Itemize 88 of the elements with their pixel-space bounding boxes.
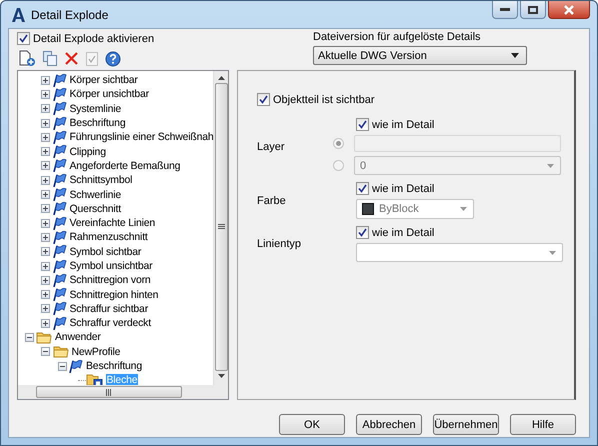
flag-icon: [52, 102, 66, 116]
color-dropdown[interactable]: ByBlock: [356, 199, 474, 219]
minimize-button[interactable]: [492, 1, 518, 19]
tree-item[interactable]: Körper unsichtbar: [68, 88, 150, 100]
dialog-button[interactable]: Abbrechen: [356, 414, 422, 435]
flag-icon: [52, 74, 66, 87]
flag-icon: [52, 230, 66, 244]
grip-icon: [218, 224, 224, 230]
minimize-icon: [500, 8, 510, 12]
dialog-button[interactable]: Hilfe: [510, 414, 576, 435]
maximize-button[interactable]: [520, 1, 546, 19]
dropdown-arrow-icon: [547, 164, 554, 168]
checkmark-icon: [19, 34, 28, 43]
tree-item[interactable]: Schnittsymbol: [68, 174, 134, 186]
flag-icon: [52, 302, 66, 316]
checkmark-icon: [358, 228, 367, 237]
dropdown-arrow-icon: [460, 207, 467, 211]
same-as-detail-checkbox[interactable]: wie im Detail: [356, 226, 434, 239]
same-as-detail-checkbox[interactable]: wie im Detail: [356, 182, 434, 195]
tree-item[interactable]: Symbol unsichtbar: [68, 260, 154, 272]
dropdown-arrow-icon: [511, 53, 519, 58]
grip-icon: [106, 388, 112, 396]
flag-icon: [52, 130, 66, 144]
tree-item[interactable]: NewProfile: [70, 346, 122, 358]
dialog-button[interactable]: OK: [279, 414, 345, 435]
new-document-icon[interactable]: [18, 50, 36, 67]
flag-icon: [52, 288, 66, 302]
flag-icon: [52, 116, 66, 130]
tree-item[interactable]: Führungslinie einer Schweißnah: [68, 131, 213, 144]
tree-item[interactable]: Schwerlinie: [68, 188, 122, 201]
tree-item[interactable]: Clipping: [68, 146, 107, 158]
linetype-label: Linientyp: [257, 238, 302, 250]
close-icon: [563, 4, 575, 14]
flag-icon: [52, 316, 66, 330]
tree-item[interactable]: Vereinfachte Linien: [68, 217, 156, 230]
flag-icon: [52, 202, 66, 216]
layer-label: Layer: [257, 140, 286, 152]
tree-item[interactable]: Systemlinie: [68, 102, 122, 115]
horizontal-scrollbar[interactable]: [18, 385, 228, 399]
folder-icon: [36, 330, 52, 344]
help-icon[interactable]: [105, 50, 121, 66]
color-label: Farbe: [257, 194, 287, 206]
dialog-button[interactable]: Übernehmen: [433, 414, 499, 435]
scroll-down-arrow-icon: [218, 374, 224, 378]
tree-item[interactable]: Schraffur verdeckt: [68, 317, 152, 330]
dropdown-arrow-icon: [549, 250, 556, 254]
tree-item[interactable]: Körper sichtbar: [68, 74, 139, 86]
flag-icon: [52, 159, 66, 172]
flag-icon: [52, 274, 66, 287]
tree-item[interactable]: Beschriftung: [68, 117, 126, 130]
flag-icon: [52, 188, 66, 202]
radio-button[interactable]: [333, 160, 344, 171]
tree-item[interactable]: Schnittregion vorn: [68, 274, 152, 286]
tree-item[interactable]: Beschriftung: [85, 360, 143, 372]
vertical-scrollbar[interactable]: [213, 71, 228, 385]
tree-item[interactable]: Rahmenzuschnitt: [68, 231, 149, 244]
flag-icon: [52, 216, 66, 230]
checkmark-icon: [358, 184, 367, 193]
same-as-detail-checkbox[interactable]: wie im Detail: [356, 118, 434, 131]
close-button[interactable]: [548, 1, 590, 19]
file-version-label: Dateiversion für aufgelöste Details: [313, 31, 482, 43]
layer-input-field[interactable]: [354, 135, 561, 152]
radio-button[interactable]: [333, 138, 344, 149]
delete-icon[interactable]: [64, 51, 79, 66]
tree-item[interactable]: Symbol sichtbar: [68, 246, 142, 258]
checkmark-icon: [358, 120, 367, 129]
letter-a-logo-icon: [10, 6, 26, 22]
tree-item[interactable]: Angeforderte Bemaßung: [68, 160, 182, 172]
tree-item[interactable]: Anwender: [54, 331, 102, 344]
maximize-icon: [528, 6, 538, 14]
tree-item[interactable]: Schnittregion hinten: [68, 288, 160, 301]
flag-icon: [52, 174, 66, 187]
copy-icon[interactable]: [42, 50, 58, 67]
folder-icon: [52, 345, 68, 358]
checkmark-icon: [259, 95, 268, 104]
file-version-dropdown[interactable]: Aktuelle DWG Version: [313, 46, 527, 65]
tree-item[interactable]: Schraffur sichtbar: [68, 302, 149, 315]
layer-dropdown[interactable]: 0: [354, 156, 561, 175]
tree-item[interactable]: Querschnitt: [68, 202, 122, 215]
flag-icon: [52, 245, 66, 258]
scroll-up-arrow-icon: [218, 76, 224, 80]
flag-icon: [52, 88, 66, 101]
window-title: Detail Explode: [31, 8, 108, 22]
flag-icon: [52, 145, 66, 158]
enable-checkbox[interactable]: Detail Explode aktivieren: [17, 32, 154, 45]
flag-icon: [69, 360, 83, 373]
visible-checkbox[interactable]: Objektteil ist sichtbar: [257, 93, 374, 106]
flag-icon: [52, 260, 66, 272]
